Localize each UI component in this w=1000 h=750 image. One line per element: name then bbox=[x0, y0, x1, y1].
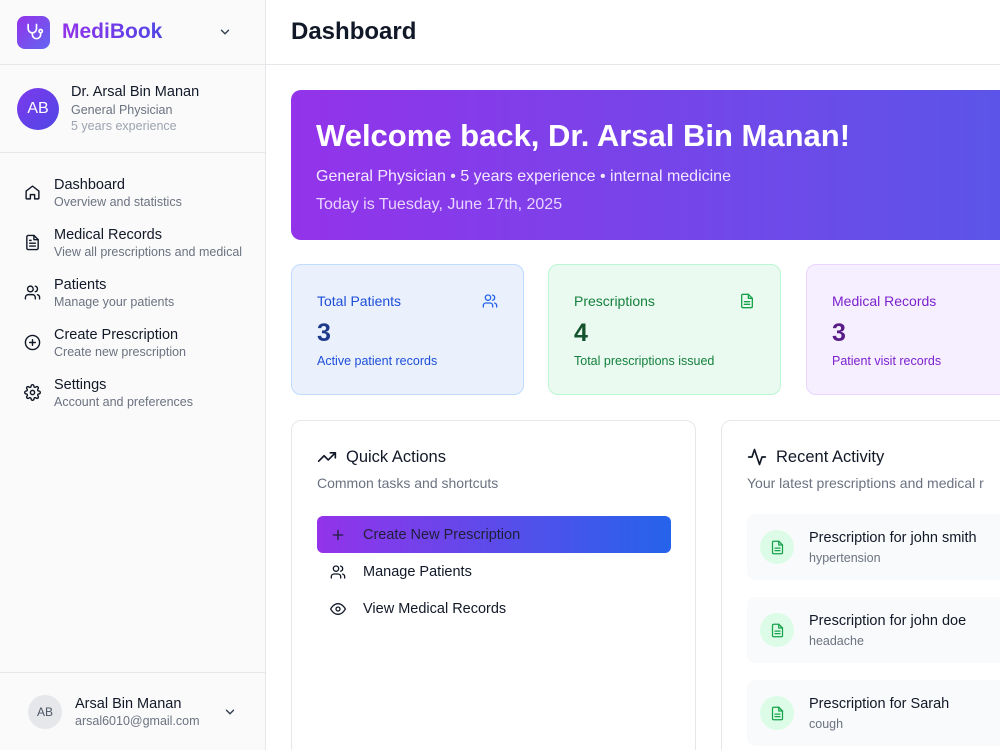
stat-desc: Active patient records bbox=[317, 354, 438, 368]
sidebar-item-desc: Create new prescription bbox=[54, 345, 187, 359]
topbar: Dashboard bbox=[266, 0, 1000, 65]
activity-item[interactable]: Prescription for john doe headache bbox=[747, 597, 1000, 663]
avatar: AB bbox=[17, 87, 59, 130]
stat-title: Medical Records bbox=[832, 293, 937, 309]
create-prescription-button[interactable]: Create New Prescription bbox=[317, 516, 671, 553]
user-email: arsal6010@gmail.com bbox=[75, 713, 200, 728]
view-medical-records-button[interactable]: View Medical Records bbox=[317, 590, 671, 627]
chevron-down-icon[interactable] bbox=[223, 705, 237, 719]
sidebar-item-label: Create Prescription bbox=[54, 327, 179, 343]
stat-title: Total Patients bbox=[317, 293, 402, 309]
activity-item[interactable]: Prescription for Sarah cough bbox=[747, 680, 1000, 746]
home-icon bbox=[24, 184, 41, 201]
stat-value: 4 bbox=[574, 319, 588, 347]
stat-value: 3 bbox=[832, 319, 846, 347]
sidebar-item-medical-records[interactable]: Medical Records View all prescriptions a… bbox=[0, 227, 265, 277]
user-name: Arsal Bin Manan bbox=[75, 695, 182, 712]
plus-circle-icon bbox=[24, 334, 41, 351]
stat-desc: Patient visit records bbox=[832, 354, 942, 368]
sidebar-item-desc: Account and preferences bbox=[54, 395, 193, 409]
sidebar-item-create-prescription[interactable]: Create Prescription Create new prescript… bbox=[0, 327, 265, 377]
user-menu[interactable]: AB Arsal Bin Manan arsal6010@gmail.com bbox=[0, 672, 265, 750]
sidebar-item-desc: Manage your patients bbox=[54, 295, 175, 309]
stat-value: 3 bbox=[317, 319, 331, 347]
sidebar-item-label: Dashboard bbox=[54, 177, 125, 193]
file-text-icon bbox=[760, 696, 794, 730]
sidebar-item-dashboard[interactable]: Dashboard Overview and statistics bbox=[0, 177, 265, 227]
file-text-icon bbox=[24, 234, 41, 251]
plus-icon bbox=[330, 527, 346, 543]
brand-name: MediBook bbox=[62, 20, 163, 43]
stat-desc: Total prescriptions issued bbox=[574, 354, 715, 368]
doctor-specialty: General Physician bbox=[71, 103, 173, 117]
action-label: Create New Prescription bbox=[363, 526, 521, 543]
activity-title: Prescription for Sarah bbox=[809, 695, 950, 712]
sidebar-item-settings[interactable]: Settings Account and preferences bbox=[0, 377, 265, 427]
stat-card-medical-records: Medical Records 3 Patient visit records bbox=[806, 264, 1000, 395]
manage-patients-button[interactable]: Manage Patients bbox=[317, 553, 671, 590]
stethoscope-icon bbox=[17, 15, 50, 49]
activity-title: Prescription for john smith bbox=[809, 529, 977, 546]
sidebar-item-desc: Overview and statistics bbox=[54, 195, 182, 209]
quick-actions-card: Quick Actions Common tasks and shortcuts… bbox=[291, 420, 696, 750]
sidebar-item-desc: View all prescriptions and medical bbox=[54, 245, 243, 259]
doctor-profile: AB Dr. Arsal Bin Manan General Physician… bbox=[0, 65, 265, 153]
welcome-subtitle: General Physician • 5 years experience •… bbox=[316, 168, 731, 185]
users-icon bbox=[482, 293, 498, 309]
trending-up-icon bbox=[317, 447, 337, 467]
stat-card-total-patients: Total Patients 3 Active patient records bbox=[291, 264, 524, 395]
recent-activity-card: Recent Activity Your latest prescription… bbox=[721, 420, 1000, 750]
avatar: AB bbox=[28, 694, 62, 729]
sidebar: MediBook AB Dr. Arsal Bin Manan General … bbox=[0, 0, 266, 750]
page-title: Dashboard bbox=[291, 18, 417, 45]
sidebar-item-label: Settings bbox=[54, 377, 107, 393]
eye-icon bbox=[330, 601, 346, 617]
card-subtitle: Your latest prescriptions and medical r bbox=[747, 475, 984, 491]
action-label: View Medical Records bbox=[363, 600, 507, 617]
welcome-date: Today is Tuesday, June 17th, 2025 bbox=[316, 196, 563, 213]
doctor-name: Dr. Arsal Bin Manan bbox=[71, 84, 200, 100]
welcome-title: Welcome back, Dr. Arsal Bin Manan! bbox=[316, 118, 851, 153]
activity-desc: cough bbox=[809, 716, 844, 731]
sidebar-item-patients[interactable]: Patients Manage your patients bbox=[0, 277, 265, 327]
file-text-icon bbox=[760, 530, 794, 564]
activity-title: Prescription for john doe bbox=[809, 612, 967, 629]
welcome-banner: Welcome back, Dr. Arsal Bin Manan! Gener… bbox=[291, 90, 1000, 240]
file-text-icon bbox=[739, 293, 755, 309]
activity-item[interactable]: Prescription for john smith hypertension bbox=[747, 514, 1000, 580]
sidebar-nav: Dashboard Overview and statistics Medica… bbox=[0, 153, 265, 427]
card-subtitle: Common tasks and shortcuts bbox=[317, 475, 499, 491]
users-icon bbox=[330, 564, 346, 580]
doctor-experience: 5 years experience bbox=[71, 119, 177, 133]
sidebar-item-label: Medical Records bbox=[54, 227, 162, 243]
chevron-down-icon[interactable] bbox=[218, 25, 232, 39]
users-icon bbox=[24, 284, 41, 301]
action-label: Manage Patients bbox=[363, 563, 472, 580]
stat-title: Prescriptions bbox=[574, 293, 655, 309]
sidebar-item-label: Patients bbox=[54, 277, 107, 293]
stat-card-prescriptions: Prescriptions 4 Total prescriptions issu… bbox=[548, 264, 781, 395]
card-title: Recent Activity bbox=[776, 447, 885, 466]
brand-header[interactable]: MediBook bbox=[0, 0, 265, 65]
activity-desc: hypertension bbox=[809, 550, 881, 565]
activity-icon bbox=[747, 447, 767, 467]
activity-desc: headache bbox=[809, 633, 864, 648]
card-title: Quick Actions bbox=[346, 447, 446, 466]
gear-icon bbox=[24, 384, 41, 401]
file-text-icon bbox=[760, 613, 794, 647]
